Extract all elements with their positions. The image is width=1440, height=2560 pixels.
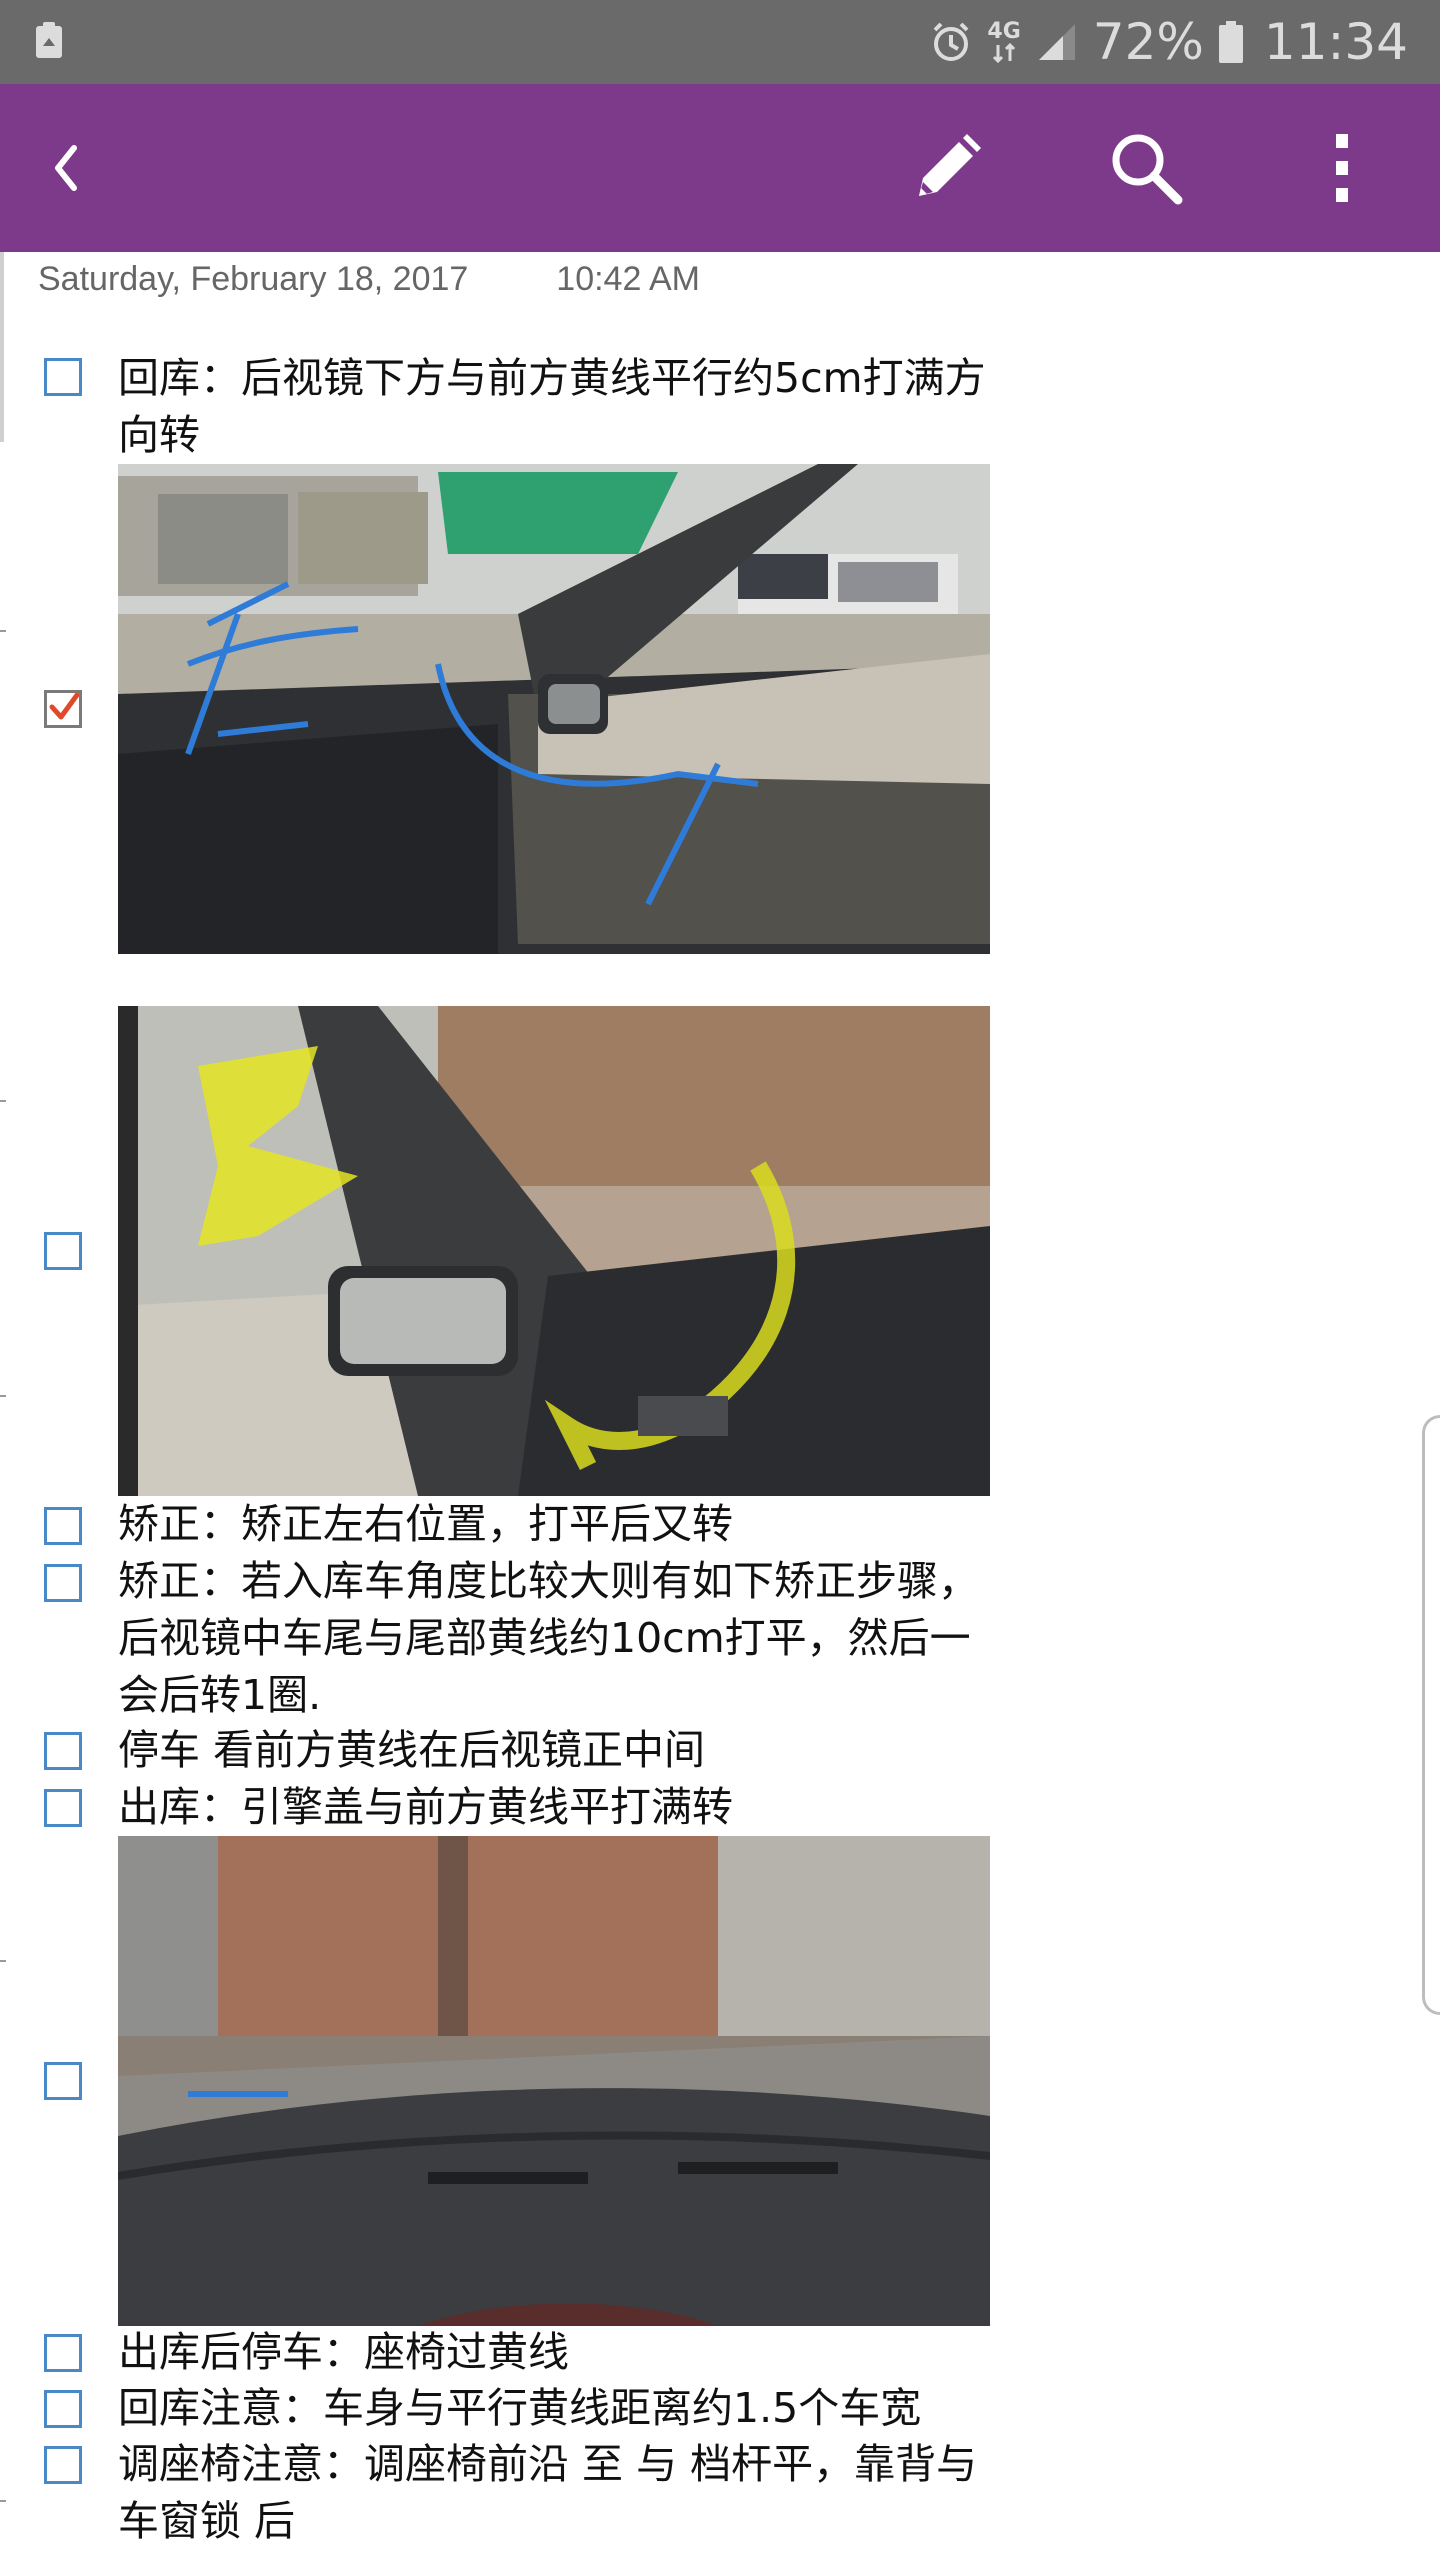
signal-icon: [1038, 24, 1075, 60]
todo-text: 矫正：若入库车角度比较大则有如下矫正步骤，后视镜中车尾与尾部黄线约10cm打平，…: [118, 1557, 979, 1719]
todo-text: 回库注意：车身与平行黄线距离约1.5个车宽: [118, 2384, 922, 2432]
margin-tick: [0, 630, 6, 632]
clock: 11:34: [1263, 13, 1408, 71]
battery-icon: [1218, 21, 1243, 63]
recycle-icon: [36, 22, 62, 58]
check-icon: [49, 692, 79, 720]
back-icon[interactable]: [44, 136, 84, 200]
todo-checkbox[interactable]: [44, 2390, 82, 2428]
todo-checkbox[interactable]: [44, 690, 82, 728]
todo-text: 调座椅注意：调座椅前沿 至 与 档杆平，靠背与车窗锁 后: [118, 2440, 978, 2545]
todo-text: 回库：后视镜下方与前方黄线平行约5cm打满方向转: [118, 354, 986, 459]
todo-checkbox[interactable]: [44, 2334, 82, 2372]
todo-text: 矫正：矫正左右位置，打平后又转: [118, 1500, 733, 1548]
photo-car-interior-left-mirror[interactable]: [118, 1006, 990, 1496]
note-page: Saturday, February 18, 2017 10:42 AM 回库：后…: [0, 252, 1440, 2560]
alarm-icon: [933, 22, 969, 61]
app-bar: [0, 84, 1440, 252]
note-time: 10:42 AM: [556, 260, 700, 298]
network-4g-icon: 4G: [987, 21, 1021, 63]
margin-tick: [0, 1100, 6, 1102]
photo-car-windshield-brick-wall[interactable]: [118, 1836, 990, 2326]
todo-text: 停车 看前方黄线在后视镜正中间: [118, 1726, 706, 1774]
note-date: Saturday, February 18, 2017: [38, 260, 469, 298]
edit-icon[interactable]: [905, 126, 989, 210]
more-icon[interactable]: [1300, 126, 1384, 210]
battery-percent: 72%: [1092, 13, 1204, 71]
note-date-row: Saturday, February 18, 2017 10:42 AM: [38, 260, 700, 299]
todo-text: 出库：引擎盖与前方黄线平打满转: [118, 1783, 733, 1831]
todo-checkbox[interactable]: [44, 1507, 82, 1545]
todo-checkbox[interactable]: [44, 1732, 82, 1770]
todo-checkbox[interactable]: [44, 1232, 82, 1270]
status-bar: 4G 72% 11:34: [0, 0, 1440, 84]
todo-checkbox[interactable]: [44, 1564, 82, 1602]
margin-tick: [0, 1960, 6, 1962]
todo-checkbox[interactable]: [44, 358, 82, 396]
todo-checkbox[interactable]: [44, 2446, 82, 2484]
todo-text: 出库后停车：座椅过黄线: [118, 2328, 569, 2376]
todo-checkbox[interactable]: [44, 2062, 82, 2100]
margin-tick: [0, 2500, 6, 2502]
scroll-handle[interactable]: [1422, 1415, 1440, 2015]
photo-car-interior-left-window[interactable]: [118, 464, 990, 954]
todo-checkbox[interactable]: [44, 1789, 82, 1827]
search-icon[interactable]: [1104, 126, 1188, 210]
margin-tick: [0, 1395, 6, 1397]
